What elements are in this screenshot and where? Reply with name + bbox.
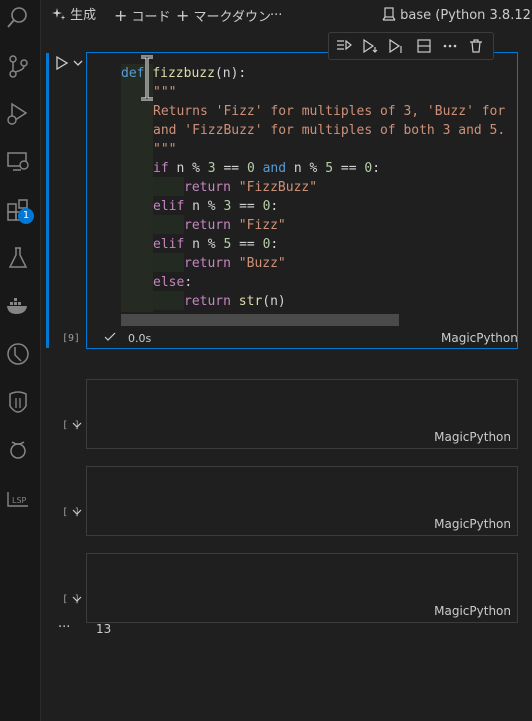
kernel-icon (382, 7, 396, 21)
indent-guide (153, 253, 184, 272)
indent-guide (153, 291, 184, 310)
chevron-down-icon[interactable] (72, 594, 82, 607)
chevron-down-icon[interactable] (72, 57, 84, 69)
cell-focus-indicator (46, 53, 49, 348)
horizontal-scrollbar[interactable] (121, 314, 399, 326)
cell-language[interactable]: MagicPython (434, 604, 511, 618)
search-icon[interactable] (4, 4, 32, 32)
notebook-toolbar: 生成 + コード + マークダウン ··· base (Python 3.8.1… (40, 0, 532, 32)
cell-toolbar (328, 32, 494, 60)
cell-language[interactable]: MagicPython (434, 517, 511, 531)
more-cells-button[interactable]: ··· (58, 620, 70, 635)
chevron-down-icon[interactable] (72, 420, 82, 433)
code-cell[interactable]: MagicPython (86, 466, 518, 536)
kernel-picker[interactable]: base (Python 3.8.12) (382, 7, 532, 25)
plus-icon: + (114, 6, 128, 25)
code-line: return "Buzz" (184, 256, 286, 271)
add-code-label: コード (131, 10, 171, 25)
collapsed-cell-count: 13 (96, 622, 112, 636)
generate-label: 生成 (70, 8, 97, 23)
toolbar-more-button[interactable]: ··· (270, 7, 282, 25)
svg-text:LSP: LSP (12, 496, 27, 505)
code-line: elif n % 3 == 0: (153, 199, 279, 214)
extensions-badge: 1 (18, 208, 34, 224)
code-cell[interactable]: MagicPython (86, 553, 518, 623)
code-line: return "FizzBuzz" (184, 180, 318, 195)
plus-icon: + (176, 6, 190, 25)
success-check-icon (104, 331, 116, 346)
code-line: return "Fizz" (184, 218, 286, 233)
add-markdown-label: マークダウン (193, 10, 272, 25)
chevron-down-icon[interactable] (72, 507, 82, 520)
add-code-cell-button[interactable]: + コード (114, 6, 171, 26)
indent-guide (121, 64, 153, 312)
remote-explorer-icon[interactable] (4, 148, 32, 176)
code-line: """ (153, 85, 177, 100)
code-line: """ (153, 142, 177, 157)
indent-guide (153, 215, 184, 234)
database-elephant-icon[interactable] (4, 388, 32, 416)
cell-more-icon[interactable] (441, 37, 459, 55)
code-line: if n % 3 == 0 and n % 5 == 0: (153, 161, 381, 176)
code-line: else: (153, 275, 193, 290)
generate-button[interactable]: 生成 (52, 7, 96, 25)
docker-icon[interactable] (4, 292, 32, 320)
code-cell[interactable]: MagicPython (86, 379, 518, 449)
source-control-icon[interactable] (4, 52, 32, 80)
sparkle-icon (52, 8, 66, 20)
kernel-label: base (Python 3.8.12) (400, 8, 532, 23)
code-line: return str(n) (184, 294, 286, 309)
raspberry-icon[interactable] (4, 436, 32, 464)
lsp-icon[interactable]: LSP (4, 484, 32, 512)
code-line: and 'FizzBuzz' for multiples of both 3 a… (153, 123, 506, 138)
delete-cell-icon[interactable] (467, 37, 485, 55)
code-line: Returns 'Fizz' for multiples of 3, 'Buzz… (153, 104, 506, 119)
run-above-icon[interactable] (335, 37, 353, 55)
run-debug-icon[interactable] (4, 100, 32, 128)
timeline-icon[interactable] (4, 340, 32, 368)
split-cell-icon[interactable] (415, 37, 433, 55)
indent-guide (153, 177, 184, 196)
execution-time: 0.0s (128, 332, 152, 345)
execution-count: [9] (62, 333, 81, 344)
run-cell-icon[interactable] (54, 55, 70, 71)
execute-below-icon[interactable] (387, 37, 405, 55)
testing-flask-icon[interactable] (4, 244, 32, 272)
cell-language[interactable]: MagicPython (434, 430, 511, 444)
text-cursor-icon (140, 55, 154, 101)
code-line: elif n % 5 == 0: (153, 237, 279, 252)
add-markdown-cell-button[interactable]: + マークダウン (176, 6, 272, 26)
activity-bar: 1 LSP (0, 0, 41, 721)
cell-language[interactable]: MagicPython (441, 331, 518, 345)
run-cell-and-below-icon[interactable] (361, 37, 379, 55)
